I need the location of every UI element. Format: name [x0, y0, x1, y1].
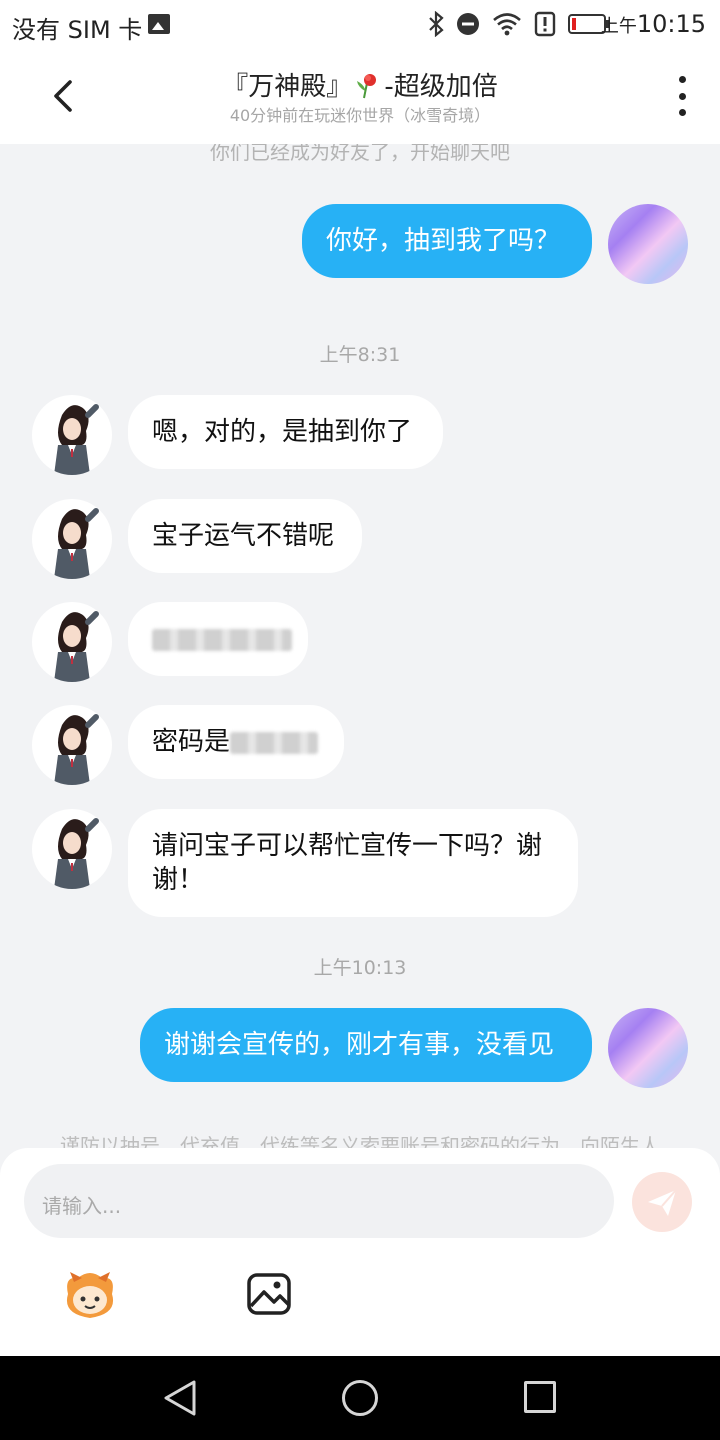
nav-back-icon[interactable]: [162, 1378, 198, 1418]
input-placeholder: 请输入...: [42, 1194, 122, 1218]
contact-message-bubble[interactable]: 宝子运气不错呢: [128, 499, 362, 573]
contact-message-bubble[interactable]: 密码是: [128, 705, 344, 779]
emoji-icon[interactable]: [60, 1268, 120, 1324]
contact-message-bubble-blurred[interactable]: [128, 602, 308, 676]
time-label: 上午10:13: [313, 957, 407, 979]
message-text: 谢谢会宣传的，刚才有事，没看见: [164, 1030, 555, 1060]
time-value: 10:15: [636, 10, 706, 38]
anime-avatar-icon: [54, 714, 99, 785]
my-message-bubble[interactable]: 谢谢会宣传的，刚才有事，没看见: [140, 1008, 592, 1082]
contact-avatar[interactable]: [32, 809, 112, 889]
message-text: 嗯，对的，是抽到你了: [152, 417, 413, 447]
system-nav-bar: [0, 1356, 720, 1440]
time-prefix: 上午: [600, 16, 637, 37]
status-icons: [428, 11, 610, 37]
chat-title: 『万神殿』 -超级加倍: [0, 66, 720, 103]
alert-icon: [534, 11, 556, 37]
nav-recent-apps-icon[interactable]: [524, 1381, 556, 1413]
anime-avatar-icon: [54, 818, 99, 889]
send-button[interactable]: [632, 1172, 692, 1232]
anime-avatar-icon: [54, 404, 99, 475]
status-time: 上午10:15: [601, 10, 706, 38]
title-left: 『万神殿』: [222, 72, 353, 102]
rose-emoji-icon: [357, 74, 377, 99]
contact-message-bubble[interactable]: 嗯，对的，是抽到你了: [128, 395, 443, 469]
chat-subtitle: 40分钟前在玩迷你世界（冰雪奇境）: [229, 106, 491, 125]
title-right: -超级加倍: [384, 72, 498, 102]
system-notice: 你们已经成为好友了，开始聊天吧: [210, 144, 510, 164]
wifi-icon: [493, 13, 521, 36]
image-icon[interactable]: [246, 1272, 292, 1316]
anime-avatar-icon: [54, 508, 99, 579]
my-message-bubble[interactable]: 你好，抽到我了吗？: [302, 204, 592, 278]
chat-area[interactable]: 你们已经成为好友了，开始聊天吧 你好，抽到我了吗？ 上午8:31 嗯，对的，是抽…: [0, 144, 720, 1148]
carrier-label: 没有 SIM 卡: [12, 16, 143, 44]
contact-avatar[interactable]: [32, 705, 112, 785]
message-text: 宝子运气不错呢: [152, 521, 335, 551]
anime-avatar-icon: [54, 611, 99, 682]
contact-message-bubble[interactable]: 请问宝子可以帮忙宣传一下吗？谢 谢！: [128, 809, 578, 917]
input-panel: 请输入...: [0, 1148, 720, 1356]
my-avatar[interactable]: [608, 1008, 688, 1088]
message-text: 你好，抽到我了吗？: [326, 226, 561, 256]
message-text-line: 请问宝子可以帮忙宣传一下吗？谢: [152, 831, 543, 861]
message-text-line: 谢！: [152, 865, 205, 895]
my-avatar[interactable]: [608, 204, 688, 284]
status-bar: 没有 SIM 卡 上午10:15: [0, 0, 720, 50]
blurred-text: [230, 731, 319, 754]
contact-avatar[interactable]: [32, 602, 112, 682]
send-icon: [648, 1189, 677, 1216]
image-notification-icon: [148, 14, 170, 34]
message-text: 密码是: [152, 727, 231, 757]
message-input[interactable]: 请输入...: [24, 1164, 614, 1238]
dnd-icon: [457, 13, 479, 35]
nav-home-icon[interactable]: [342, 1380, 378, 1416]
safety-warning: 谨防以抽号、代充值、代练等名义索要账号和密码的行为，向陌生人: [60, 1134, 660, 1148]
more-dots-icon[interactable]: [672, 76, 692, 116]
blurred-text: [152, 628, 292, 651]
contact-avatar[interactable]: [32, 499, 112, 579]
bluetooth-icon: [429, 11, 444, 37]
time-label: 上午8:31: [319, 344, 401, 366]
contact-avatar[interactable]: [32, 395, 112, 475]
chat-header: 『万神殿』 -超级加倍 40分钟前在玩迷你世界（冰雪奇境）: [0, 50, 720, 144]
